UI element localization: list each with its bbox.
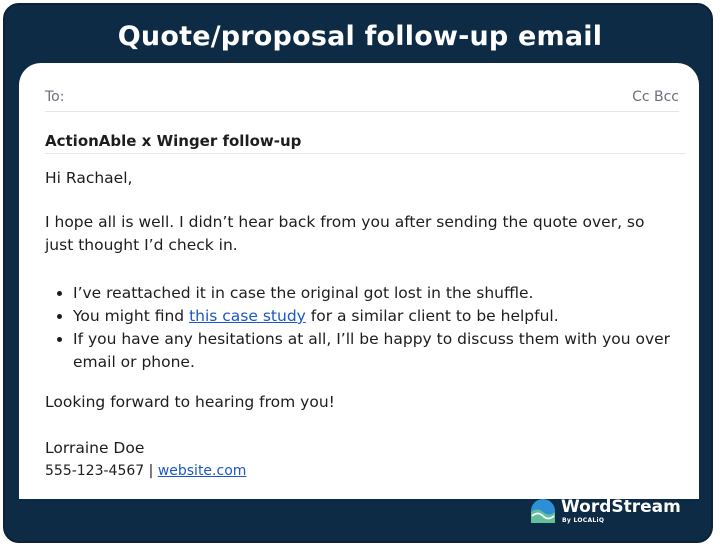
signature-contact: 555-123-4567 | website.com — [45, 461, 246, 481]
brand-sub: By LOCALiQ — [562, 517, 605, 524]
page-title: Quote/proposal follow-up email — [117, 21, 603, 52]
bullet-text: I’ve reattached it in case the original … — [73, 284, 534, 302]
bullet-text: If you have any hesitations at all, I’ll… — [73, 330, 671, 371]
brand-name: WordStream — [561, 497, 681, 517]
bullet-text: You might find — [73, 307, 190, 325]
signature-separator: | — [144, 463, 158, 479]
wave-logo-icon — [531, 499, 555, 523]
email-paragraph: I hope all is well. I didn’t hear back f… — [45, 213, 645, 254]
wordstream-logo: WordStream By LOCALiQ — [531, 495, 681, 529]
list-item: You might find this case study for a sim… — [73, 305, 693, 328]
bullet-list: I’ve reattached it in case the original … — [45, 282, 693, 374]
bullet-text: for a similar client to be helpful. — [305, 307, 559, 325]
email-closing: Looking forward to hearing from you! — [45, 393, 335, 411]
case-study-link[interactable]: this case study — [189, 307, 306, 325]
list-item: I’ve reattached it in case the original … — [73, 282, 693, 305]
subject-text: ActionAble x Winger follow-up — [45, 132, 302, 150]
email-greeting: Hi Rachael, — [45, 169, 133, 187]
website-link[interactable]: website.com — [158, 463, 247, 479]
signature-phone: 555-123-4567 — [45, 463, 145, 479]
list-item: If you have any hesitations at all, I’ll… — [73, 328, 693, 374]
cc-bcc-button[interactable]: Cc Bcc — [632, 89, 679, 105]
subject-field[interactable]: ActionAble x Winger follow-up — [45, 129, 685, 154]
to-label: To: — [45, 89, 65, 105]
signature-name: Lorraine Doe — [45, 439, 145, 457]
to-field[interactable]: To: Cc Bcc — [45, 87, 679, 112]
infographic-frame: Quote/proposal follow-up email To: Cc Bc… — [3, 3, 713, 543]
email-card: To: Cc Bcc ActionAble x Winger follow-up… — [19, 63, 699, 499]
